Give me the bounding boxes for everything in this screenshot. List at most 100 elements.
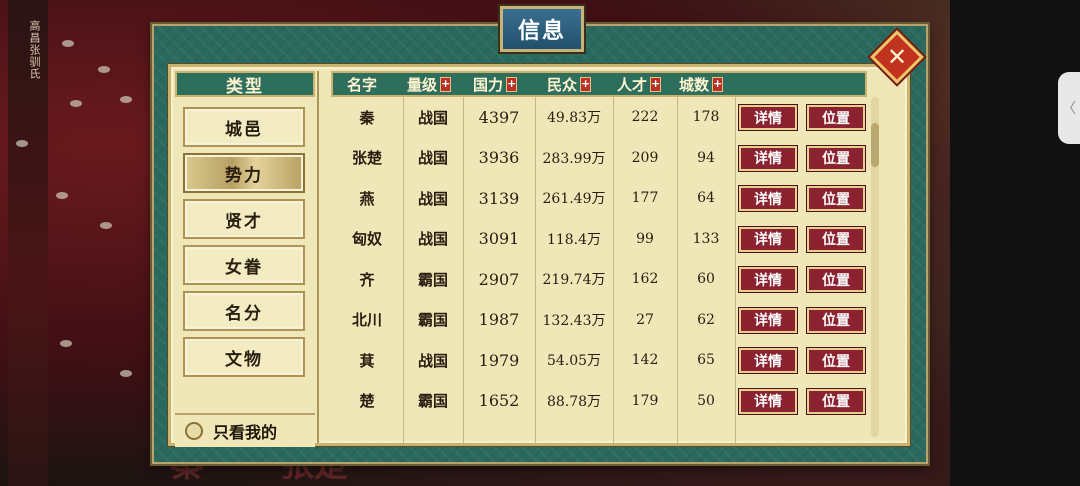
sort-icon[interactable]: + [712,76,724,92]
sort-icon[interactable]: + [506,76,518,92]
side-drawer-tab[interactable]: 〈 [1058,72,1080,144]
faction-population: 118.4万 [546,231,602,248]
location-button[interactable]: 位置 [807,348,865,373]
only-mine-label: 只看我的 [213,423,278,442]
faction-level: 战国 [417,230,448,248]
map-city-marker [62,40,74,47]
location-button[interactable]: 位置 [807,226,865,252]
category-button[interactable]: 文物 [183,337,305,377]
category-header: 类型 [175,71,315,97]
faction-city-count: 65 [697,352,715,368]
faction-name: 楚 [359,392,375,410]
faction-power: 3139 [478,188,520,208]
category-button[interactable]: 名分 [183,291,305,331]
faction-talent: 142 [631,352,659,368]
details-button[interactable]: 详情 [739,267,797,292]
faction-level: 战国 [417,108,448,127]
faction-level: 霸国 [417,270,448,289]
faction-talent: 99 [636,230,654,247]
details-button[interactable]: 详情 [739,186,797,211]
table-row: 匈奴 战国 3091 118.4万 99 133 详情 位置 [331,219,867,259]
radio-icon[interactable] [185,422,203,440]
faction-talent: 209 [631,149,659,166]
faction-name: 秦 [359,108,375,127]
table-row: 齐 霸国 2907 219.74万 162 60 详情 位置 [331,259,867,299]
location-button[interactable]: 位置 [807,145,865,171]
table-row: 燕 战国 3139 261.49万 177 64 详情 位置 [331,178,867,218]
faction-power: 1987 [478,310,520,329]
faction-city-count: 64 [697,190,715,206]
scrollbar-thumb[interactable] [871,123,879,167]
faction-name: 萁 [359,351,375,370]
only-mine-toggle[interactable]: 只看我的 [175,413,315,447]
faction-population: 88.78万 [546,393,602,410]
faction-level: 战国 [417,189,448,208]
table-row: 秦 战国 4397 49.83万 222 178 详情 位置 [331,97,867,137]
faction-population: 49.83万 [546,110,602,126]
faction-talent: 222 [631,109,659,125]
column-header-cities[interactable]: 城数 + [679,73,724,95]
details-button[interactable]: 详情 [739,226,797,252]
table-header: 名字 量级 + 国力 + 民众 + 人才 + 城数 + [331,71,867,97]
category-button[interactable]: 女眷 [183,245,305,285]
category-button[interactable]: 势力 [183,153,305,193]
faction-population: 132.43万 [542,312,606,329]
details-button[interactable]: 详情 [739,307,797,333]
faction-power: 3936 [478,148,520,167]
map-city-marker [120,96,132,103]
faction-level: 霸国 [417,392,448,410]
details-button[interactable]: 详情 [739,388,797,414]
table-row: 萁 战国 1979 54.05万 142 65 详情 位置 [331,340,867,380]
faction-city-count: 133 [692,230,720,247]
table-row: 张楚 战国 3936 283.99万 209 94 详情 位置 [331,138,867,178]
column-header-level[interactable]: 量级 + [407,73,452,95]
column-header-power[interactable]: 国力 + [473,73,518,95]
faction-name: 燕 [359,189,375,208]
details-button[interactable]: 详情 [739,105,797,130]
faction-name: 张楚 [351,149,382,167]
faction-talent: 27 [636,311,654,328]
location-button[interactable]: 位置 [807,105,865,130]
details-button[interactable]: 详情 [739,145,797,171]
table-body: 秦战国 4397 49.83万 222 178 详情 位置 张楚 战国 3936 283.99万 20… [331,97,867,443]
sort-icon[interactable]: + [440,76,452,92]
faction-city-count: 62 [697,311,715,328]
location-button[interactable]: 位置 [807,307,865,333]
map-city-marker [100,222,112,229]
faction-talent: 177 [631,190,659,206]
faction-city-count: 60 [697,271,715,287]
faction-population: 261.49万 [542,191,606,207]
screen-edge [950,0,1080,486]
sort-icon[interactable]: + [580,76,592,92]
sort-icon[interactable]: + [650,76,662,92]
faction-table: 名字 量级 + 国力 + 民众 + 人才 + 城数 + 秦战国 4397 49.83万 222 1… [331,71,887,443]
faction-city-count: 94 [697,149,715,166]
close-icon: ✕ [886,43,908,71]
location-button[interactable]: 位置 [807,186,865,211]
column-header-name: 名字 [347,75,378,94]
faction-population: 283.99万 [542,150,606,167]
category-button[interactable]: 城邑 [183,107,305,147]
panel-content: 类型 城邑势力贤才女眷名分文物 只看我的 名字 量级 + 国力 + 民众 + 人才 + … [168,64,910,447]
faction-name: 齐 [359,270,375,289]
location-button[interactable]: 位置 [807,388,865,414]
faction-talent: 162 [631,271,659,287]
map-city-marker [56,192,68,199]
column-header-talent[interactable]: 人才 + [617,73,662,95]
map-city-marker [60,340,72,347]
faction-level: 战国 [417,149,448,167]
map-region-label: 高昌张驯氏 [28,20,41,80]
table-scrollbar[interactable] [871,97,879,437]
faction-power: 1652 [478,391,520,410]
location-button[interactable]: 位置 [807,267,865,292]
faction-city-count: 178 [692,109,720,125]
column-header-people[interactable]: 民众 + [547,73,592,95]
map-city-marker [120,370,132,377]
panel-title: 信息 [500,6,584,52]
map-city-marker [16,140,28,147]
faction-power: 1979 [478,350,520,370]
details-button[interactable]: 详情 [739,348,797,373]
faction-power: 3091 [478,229,520,248]
category-button[interactable]: 贤才 [183,199,305,239]
map-city-marker [70,100,82,107]
